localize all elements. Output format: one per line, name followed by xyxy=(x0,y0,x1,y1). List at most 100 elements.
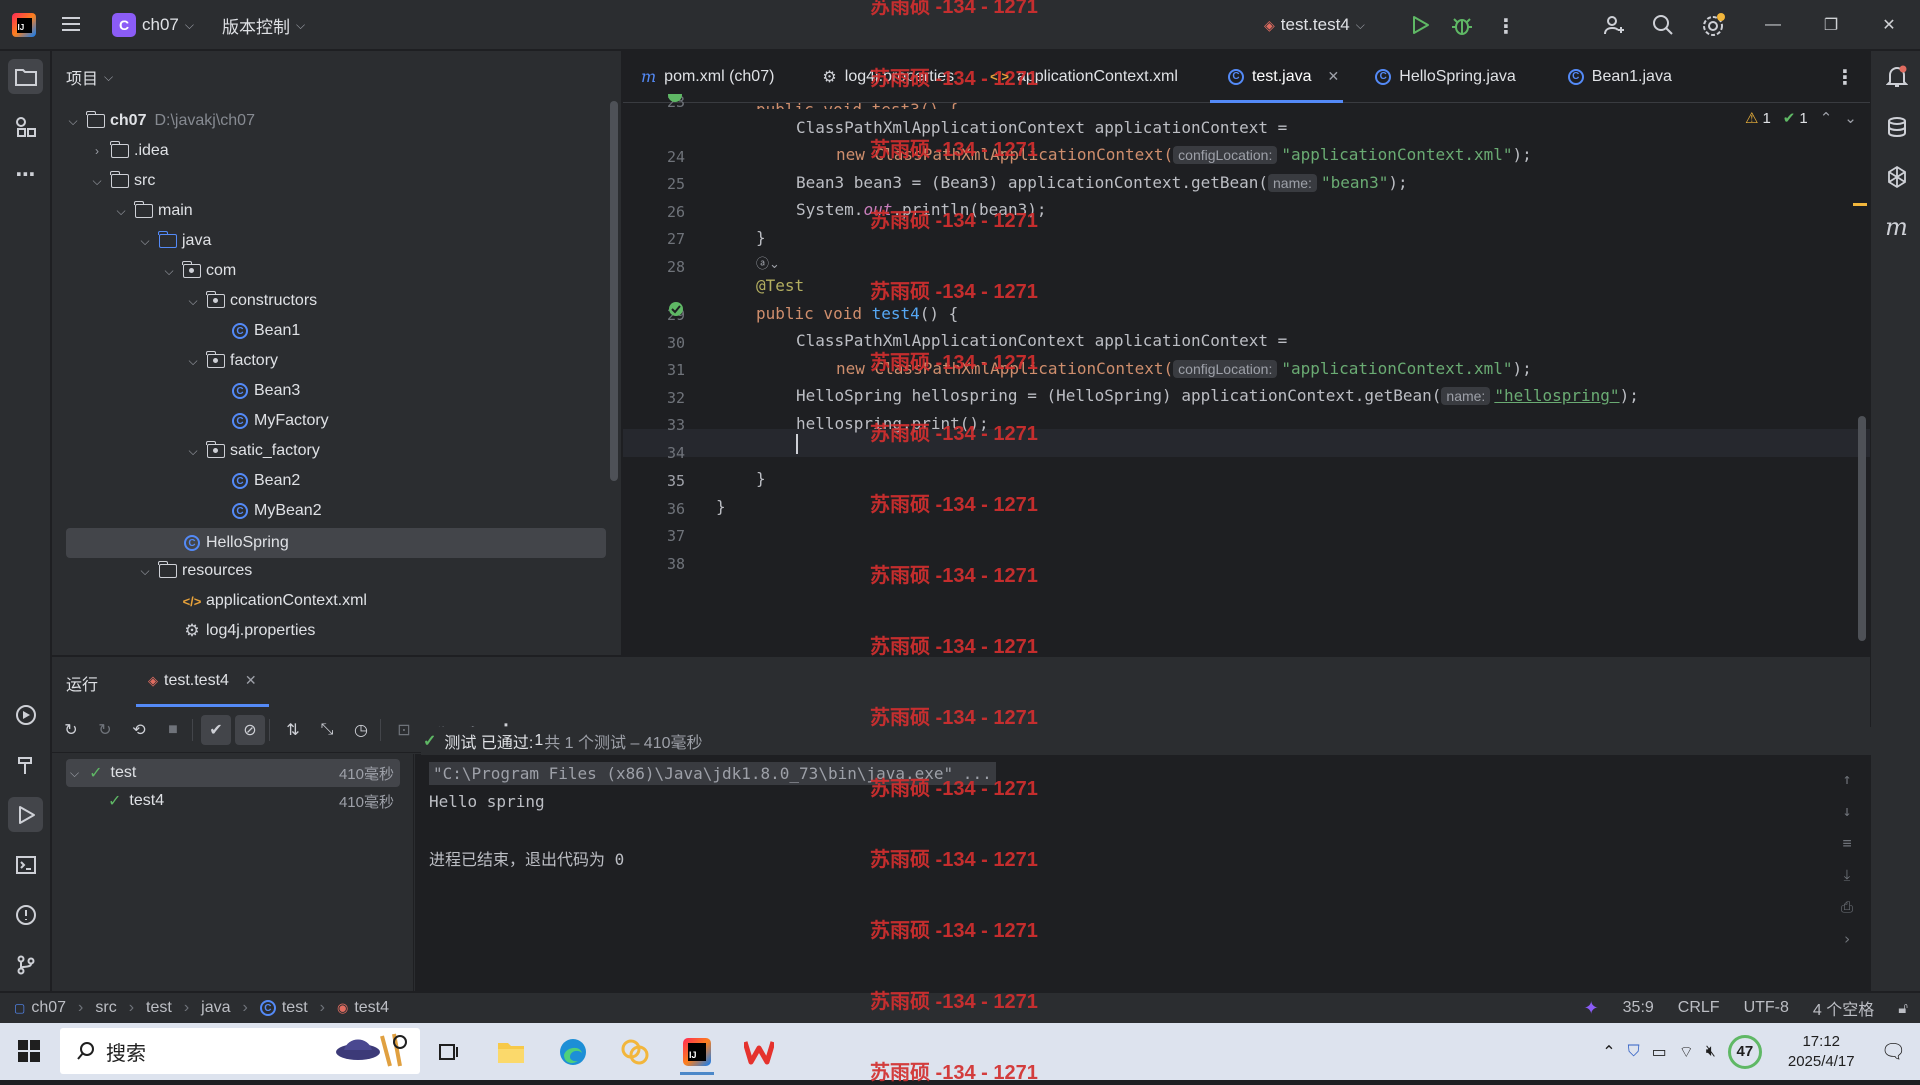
close-icon[interactable]: ✕ xyxy=(245,672,257,689)
tree-node-root[interactable]: ⌵ ch07 D:\javakj\ch07 xyxy=(66,106,255,136)
debug-icon[interactable] xyxy=(1450,13,1474,37)
rerun-failed-icon[interactable]: ↻ xyxy=(90,715,120,745)
maven-icon[interactable]: m xyxy=(1879,209,1914,244)
tree-node-satic-factory[interactable]: ⌵ satic_factory xyxy=(186,436,320,466)
build-hammer-icon[interactable] xyxy=(8,747,43,782)
class-icon: C xyxy=(182,533,202,553)
console-output[interactable]: ✓ 测试 已通过: 1 共 1 个测试 – 410毫秒 "C:\Program … xyxy=(415,727,1876,992)
baidu-netdisk-icon[interactable] xyxy=(612,1029,658,1075)
toggle-auto-test-icon[interactable]: ⟲ xyxy=(124,715,154,745)
project-folder-icon[interactable] xyxy=(8,59,43,94)
scroll-to-end-icon[interactable]: ⤓ xyxy=(1835,866,1859,884)
main-menu-icon[interactable] xyxy=(60,14,82,34)
chevron-up-icon[interactable]: ⌃ xyxy=(1602,1042,1615,1062)
tree-node-constructors[interactable]: ⌵ constructors xyxy=(186,286,317,316)
tree-node-appcontext-xml[interactable]: </> applicationContext.xml xyxy=(176,586,367,616)
wps-office-icon[interactable] xyxy=(736,1029,782,1075)
services-icon[interactable] xyxy=(8,697,43,732)
tree-node-resources[interactable]: ⌵ resources xyxy=(138,556,252,586)
tree-node-src[interactable]: ⌵ src xyxy=(90,166,155,196)
tree-node-bean2[interactable]: C Bean2 xyxy=(224,466,300,496)
history-icon[interactable]: ◷ xyxy=(346,715,376,745)
project-panel-header[interactable]: 项目 ⌵ xyxy=(66,65,113,89)
problems-icon[interactable] xyxy=(8,897,43,932)
tree-node-myfactory[interactable]: C MyFactory xyxy=(224,406,329,436)
restore-button[interactable]: ❐ xyxy=(1808,0,1854,50)
minimize-button[interactable]: — xyxy=(1750,0,1796,50)
breadcrumb-item[interactable]: ch07 xyxy=(31,999,66,1017)
show-ignored-icon[interactable]: ⊘ xyxy=(235,714,265,745)
stop-icon[interactable]: ■ xyxy=(158,715,188,745)
ai-assistant-icon[interactable]: ✦ xyxy=(1584,998,1599,1019)
caret-position[interactable]: 35:9 xyxy=(1623,999,1654,1017)
tree-node-idea[interactable]: › .idea xyxy=(90,136,169,166)
scroll-up-icon[interactable]: ↑ xyxy=(1835,770,1859,788)
tree-node-factory[interactable]: ⌵ factory xyxy=(186,346,278,376)
notification-center-icon[interactable]: 🗨︎ xyxy=(1881,1039,1906,1064)
git-branch-icon[interactable] xyxy=(8,947,43,982)
defender-shield-icon[interactable]: ⛉ xyxy=(1628,1043,1640,1061)
notifications-bell-icon[interactable] xyxy=(1879,59,1914,94)
database-icon[interactable] xyxy=(1879,109,1914,144)
battery-icon[interactable]: ▭ xyxy=(1652,1042,1667,1062)
indent-setting[interactable]: 4 个空格 xyxy=(1813,996,1874,1020)
structure-icon[interactable] xyxy=(8,109,43,144)
lock-icon[interactable]: 🔓︎ xyxy=(1898,1000,1908,1017)
breadcrumb-item[interactable]: test4 xyxy=(354,999,389,1017)
print-icon[interactable]: ⎙ xyxy=(1835,898,1859,916)
editor-scrollbar[interactable] xyxy=(1858,416,1866,641)
breadcrumb-item[interactable]: java xyxy=(201,999,230,1017)
test-tree-row[interactable]: ⌵ ✓ test 410毫秒 xyxy=(66,759,400,787)
warning-stripe-mark[interactable] xyxy=(1853,203,1867,206)
line-separator[interactable]: CRLF xyxy=(1678,999,1720,1017)
soft-wrap-icon[interactable]: ≡ xyxy=(1835,834,1859,852)
tree-node-log4j[interactable]: ⚙ log4j.properties xyxy=(176,616,315,646)
windows-start-icon[interactable] xyxy=(18,1040,40,1062)
collapse-all-icon[interactable]: ⤡ xyxy=(312,715,342,745)
run-button[interactable] xyxy=(1408,13,1432,37)
chevron-right-icon[interactable]: › xyxy=(1835,930,1859,948)
vcs-menu[interactable]: 版本控制 ⌵ xyxy=(214,8,313,42)
more-horizontal-icon[interactable]: ⋯ xyxy=(8,157,43,192)
sort-icon[interactable]: ⇅ xyxy=(278,715,308,745)
file-explorer-icon[interactable] xyxy=(488,1029,534,1075)
more-vertical-icon[interactable]: ⋮ xyxy=(1496,14,1516,39)
code-area[interactable]: public void test3() { ClassPathXmlApplic… xyxy=(623,51,1853,655)
tree-node-main[interactable]: ⌵ main xyxy=(114,196,193,226)
taskbar-search[interactable]: 搜索 xyxy=(60,1028,420,1074)
tree-node-bean3[interactable]: C Bean3 xyxy=(224,376,300,406)
screenshot-icon[interactable]: ⊡ xyxy=(389,715,419,745)
run-config-selector[interactable]: ◈ test.test4 ⌵ xyxy=(1256,8,1373,42)
intellij-taskbar-icon[interactable]: IJ xyxy=(674,1029,720,1075)
task-view-icon[interactable] xyxy=(426,1029,472,1075)
test-tree-row[interactable]: ✓ test4 410毫秒 xyxy=(66,787,400,815)
settings-icon[interactable] xyxy=(1700,13,1726,39)
breadcrumb-item[interactable]: src xyxy=(95,999,116,1017)
breadcrumb-item[interactable]: test xyxy=(282,999,308,1017)
tree-node-com[interactable]: ⌵ com xyxy=(162,256,236,286)
scroll-down-icon[interactable]: ↓ xyxy=(1835,802,1859,820)
tree-node-mybean2[interactable]: C MyBean2 xyxy=(224,496,322,526)
terminal-icon[interactable] xyxy=(8,847,43,882)
ai-assistant-icon[interactable] xyxy=(1879,159,1914,194)
project-scrollbar[interactable] xyxy=(610,101,618,481)
run-panel-icon[interactable] xyxy=(8,797,43,832)
weather-badge[interactable]: 47 xyxy=(1727,1034,1762,1069)
tree-node-bean1[interactable]: C Bean1 xyxy=(224,316,300,346)
taskbar-clock[interactable]: 17:12 2025/4/17 xyxy=(1788,1032,1855,1072)
volume-muted-icon[interactable]: 🔇︎ xyxy=(1706,1043,1716,1061)
close-button[interactable]: ✕ xyxy=(1866,0,1912,50)
tree-node-java[interactable]: ⌵ java xyxy=(138,226,211,256)
breadcrumb-item[interactable]: test xyxy=(146,999,172,1017)
show-passed-icon[interactable]: ✔ xyxy=(201,714,231,745)
file-encoding[interactable]: UTF-8 xyxy=(1744,999,1789,1017)
tab-run-config[interactable]: ◈ test.test4 ✕ xyxy=(136,657,269,707)
search-icon[interactable] xyxy=(1651,13,1675,37)
tree-node-hellospring[interactable]: C HelloSpring xyxy=(66,528,606,558)
wifi-icon[interactable]: ⌔ xyxy=(1679,1042,1694,1062)
add-user-icon[interactable] xyxy=(1602,13,1626,37)
intellij-logo-icon[interactable]: IJ xyxy=(12,13,36,37)
rerun-icon[interactable]: ↻ xyxy=(56,715,86,745)
edge-browser-icon[interactable] xyxy=(550,1029,596,1075)
project-switcher[interactable]: C ch07 ⌵ xyxy=(104,8,202,42)
